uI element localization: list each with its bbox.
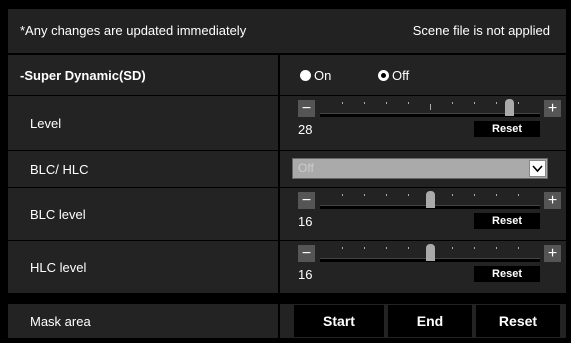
slider-tick — [496, 247, 497, 249]
settings-header: *Any changes are updated immediately Sce… — [8, 9, 566, 53]
blc-level-label: BLC level — [30, 206, 86, 222]
level-decrease-button[interactable]: − — [298, 100, 315, 117]
sd-on-radio[interactable]: On — [300, 55, 331, 95]
mask-end-button[interactable]: End — [388, 305, 472, 337]
hlc-level-reset-button[interactable]: Reset — [474, 266, 540, 282]
super-dynamic-label: -Super Dynamic(SD) — [20, 67, 146, 83]
slider-tick — [496, 102, 497, 104]
level-control: − + 28 Reset — [278, 96, 566, 150]
slider-tick — [474, 102, 475, 104]
hlc-level-decrease-button[interactable]: − — [298, 245, 315, 262]
blc-level-row: BLC level − + 16 Reset — [8, 188, 566, 240]
blc-level-increase-button[interactable]: + — [544, 192, 561, 209]
blc-level-thumb[interactable] — [426, 191, 435, 208]
chevron-down-icon[interactable] — [529, 160, 546, 177]
radio-unselected-icon — [300, 69, 311, 81]
blc-hlc-select[interactable]: Off — [292, 158, 548, 179]
level-increase-button[interactable]: + — [544, 100, 561, 117]
slider-tick — [408, 194, 409, 196]
blc-hlc-selected-value: Off — [298, 161, 314, 175]
blc-hlc-label: BLC/ HLC — [30, 161, 89, 177]
hlc-level-track[interactable] — [320, 244, 540, 262]
hlc-level-increase-button[interactable]: + — [544, 245, 561, 262]
slider-tick — [342, 102, 343, 104]
slider-tick — [364, 247, 365, 249]
level-reset-button[interactable]: Reset — [474, 121, 540, 137]
mask-area-row: Mask area Start End Reset — [8, 304, 566, 338]
sd-off-label: Off — [392, 67, 410, 83]
slider-tick — [518, 247, 519, 249]
level-row: Level − + 28 Reset — [8, 96, 566, 150]
blc-hlc-control: Off — [278, 151, 566, 187]
hlc-level-label: HLC level — [30, 259, 87, 275]
slider-tick — [408, 102, 409, 104]
blc-level-reset-button[interactable]: Reset — [474, 213, 540, 229]
super-dynamic-row: -Super Dynamic(SD) On Off — [8, 55, 566, 95]
slider-tick — [364, 194, 365, 196]
level-label: Level — [30, 115, 62, 131]
slider-tick — [474, 247, 475, 249]
hlc-level-value: 16 — [298, 267, 313, 282]
slider-tick — [452, 247, 453, 249]
blc-level-decrease-button[interactable]: − — [298, 192, 315, 209]
super-dynamic-control: On Off — [278, 55, 566, 95]
slider-tick — [518, 102, 519, 104]
slider-tick — [386, 102, 387, 104]
blc-level-value: 16 — [298, 214, 313, 229]
sd-off-radio[interactable]: Off — [378, 55, 409, 95]
level-thumb[interactable] — [505, 99, 514, 116]
level-value: 28 — [298, 122, 313, 137]
mask-area-control: Start End Reset — [278, 304, 566, 338]
hlc-level-control: − + 16 Reset — [278, 241, 566, 293]
hlc-level-row: HLC level − + 16 Reset — [8, 241, 566, 293]
mask-start-button[interactable]: Start — [294, 305, 384, 337]
scene-file-status: Scene file is not applied — [412, 23, 550, 38]
radio-selected-icon — [378, 69, 389, 81]
blc-hlc-row: BLC/ HLC Off — [8, 151, 566, 187]
hlc-level-slider: − + 16 Reset — [298, 244, 561, 287]
slider-tick — [474, 194, 475, 196]
mask-area-label: Mask area — [30, 313, 91, 329]
slider-tick — [342, 194, 343, 196]
slider-tick — [452, 102, 453, 104]
sd-on-label: On — [314, 67, 332, 83]
level-track[interactable] — [320, 99, 540, 117]
slider-tick — [342, 247, 343, 249]
update-notice: *Any changes are updated immediately — [20, 23, 247, 38]
slider-tick — [408, 247, 409, 249]
slider-tick — [452, 194, 453, 196]
level-slider: − + 28 Reset — [298, 99, 561, 142]
slider-tick — [364, 102, 365, 104]
slider-tick — [386, 194, 387, 196]
slider-tick — [386, 247, 387, 249]
slider-tick — [518, 194, 519, 196]
blc-level-control: − + 16 Reset — [278, 188, 566, 240]
mask-reset-button[interactable]: Reset — [476, 305, 560, 337]
slider-tick — [496, 194, 497, 196]
blc-level-track[interactable] — [320, 191, 540, 209]
hlc-level-thumb[interactable] — [426, 244, 435, 261]
blc-level-slider: − + 16 Reset — [298, 191, 561, 234]
slider-tick — [430, 104, 431, 110]
